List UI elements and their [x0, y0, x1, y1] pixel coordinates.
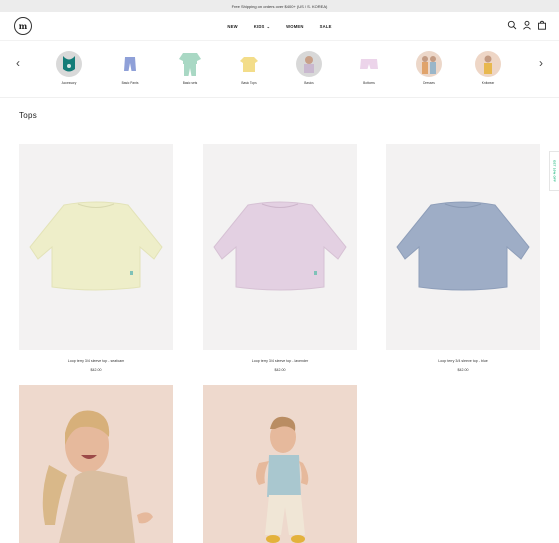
category-dresses[interactable]: Dresses: [409, 51, 449, 85]
product-photo[interactable]: [19, 385, 173, 543]
category-label: Knitwear: [481, 81, 495, 85]
carousel-prev-arrow-icon[interactable]: ‹: [16, 56, 20, 70]
page-title: Tops: [19, 111, 38, 120]
discount-side-tab[interactable]: GET 10% OFF: [549, 151, 559, 191]
category-basic-tops[interactable]: Basic Tops: [229, 51, 269, 85]
category-label: Basic Pants: [121, 81, 139, 85]
product-name[interactable]: Loop terry 3/4 sleeve top - blue: [386, 359, 540, 363]
category-bottoms[interactable]: Bottoms: [349, 51, 389, 85]
category-accessory[interactable]: Accessory: [49, 51, 89, 85]
category-basic-pants[interactable]: Basic Pants: [110, 51, 150, 85]
top-blue-image: [396, 201, 530, 291]
kids-photo-icon: [416, 51, 442, 77]
nav-women-label: WOMEN: [286, 23, 304, 29]
site-header: m NEW KIDS ⌄ WOMEN SALE: [0, 12, 559, 40]
discount-tab-label: GET 10% OFF: [552, 159, 557, 183]
nav-women[interactable]: WOMEN: [286, 24, 304, 29]
nav-sale[interactable]: SALE: [320, 24, 332, 29]
category-carousel: ‹ Accessory Basic Pants Basic sets Basic…: [0, 40, 559, 98]
announcement-bar: Free Shipping on orders over $400+ (US /…: [0, 0, 559, 12]
tee-icon: [236, 51, 262, 77]
top-seafoam-image: [29, 201, 163, 291]
search-icon[interactable]: [507, 20, 517, 30]
category-label: Dresses: [423, 81, 435, 85]
product-image[interactable]: [386, 144, 540, 350]
kid-photo-image: [42, 410, 153, 543]
announcement-text: Free Shipping on orders over $400+ (US /…: [231, 3, 328, 9]
category-knitwear[interactable]: Knitwear: [468, 51, 508, 85]
product-card[interactable]: Loop terry 3/4 sleeve top - seafoam $42.…: [19, 144, 173, 372]
carousel-next-arrow-icon[interactable]: ›: [539, 56, 543, 70]
category-label: Accessory: [61, 81, 77, 85]
product-card[interactable]: Loop terry 3/4 sleeve top - blue $42.00: [386, 144, 540, 372]
category-label: Basic sets: [182, 81, 198, 85]
header-icons: [507, 20, 547, 30]
product-price: $42.00: [90, 368, 102, 372]
product-image[interactable]: [19, 144, 173, 350]
pants-icon: [117, 51, 143, 77]
nav-kids-label: KIDS: [253, 23, 265, 29]
category-label: Bottoms: [363, 81, 375, 85]
shorts-icon: [356, 51, 382, 77]
chevron-down-icon: ⌄: [266, 23, 271, 29]
product-card[interactable]: Loop terry 3/4 sleeve top - lavender $42…: [203, 144, 357, 372]
account-icon[interactable]: [522, 20, 532, 30]
category-label: Basics: [304, 81, 314, 85]
nav-new-label: NEW: [227, 23, 238, 29]
category-label: Basic Tops: [241, 81, 257, 85]
set-icon: [177, 51, 203, 77]
brand-logo[interactable]: m: [14, 17, 32, 35]
nav-sale-label: SALE: [319, 23, 332, 29]
product-photo[interactable]: [203, 385, 357, 543]
knit-kid-photo-icon: [475, 51, 501, 77]
bag-icon[interactable]: [537, 20, 547, 30]
nav-kids[interactable]: KIDS ⌄: [254, 24, 270, 29]
top-lavender-image: [213, 201, 347, 291]
category-basic-sets[interactable]: Basic sets: [170, 51, 210, 85]
category-basics[interactable]: Basics: [289, 51, 329, 85]
product-price: $42.00: [274, 368, 286, 372]
product-name[interactable]: Loop terry 3/4 sleeve top - lavender: [203, 359, 357, 363]
product-price: $42.00: [457, 368, 469, 372]
kid-photo-image: [256, 416, 309, 543]
product-image[interactable]: [203, 144, 357, 350]
main-nav: NEW KIDS ⌄ WOMEN SALE: [0, 12, 559, 40]
kid-photo-icon: [296, 51, 322, 77]
bib-icon: [56, 51, 82, 77]
logo-letter: m: [18, 21, 28, 31]
product-name[interactable]: Loop terry 3/4 sleeve top - seafoam: [19, 359, 173, 363]
nav-new[interactable]: NEW: [227, 24, 237, 29]
